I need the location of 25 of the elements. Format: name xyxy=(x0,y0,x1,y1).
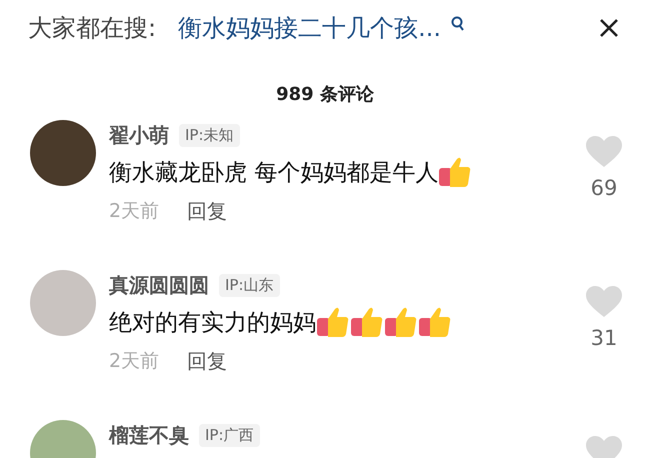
ip-location-tag: IP:广西 xyxy=(199,424,260,446)
comment-time: 2天前 xyxy=(109,199,160,224)
heart-icon[interactable] xyxy=(586,286,622,318)
thumbs-up-emoji xyxy=(384,306,418,338)
reply-button[interactable]: 回复 xyxy=(187,348,228,375)
thumbs-up-emoji xyxy=(418,306,452,338)
like-count: 69 xyxy=(590,176,618,200)
ip-location-tag: IP:未知 xyxy=(179,124,240,146)
search-icon xyxy=(450,16,465,32)
comment-text: 绝对的有实力的妈妈 xyxy=(109,308,316,338)
ip-location-tag: IP:山东 xyxy=(219,274,280,296)
user-name[interactable]: 翟小萌 xyxy=(109,122,169,148)
comment-count: 989 条评论 xyxy=(276,84,374,105)
user-name[interactable]: 真源圆圆圆 xyxy=(109,272,209,298)
heart-icon[interactable] xyxy=(586,136,622,168)
user-name[interactable]: 榴莲不臭 xyxy=(109,422,189,448)
comment-text: 衡水藏龙卧虎 每个妈妈都是牛人 xyxy=(109,158,438,188)
thumbs-up-emoji xyxy=(350,306,384,338)
search-suggestion-link[interactable]: 衡水妈妈接二十几个孩... xyxy=(178,12,441,44)
reply-button[interactable]: 回复 xyxy=(187,198,228,225)
thumbs-up-emoji xyxy=(438,156,472,188)
comment-time: 2天前 xyxy=(109,349,160,374)
thumbs-up-emoji xyxy=(316,306,350,338)
search-label: 大家都在搜: xyxy=(28,13,156,44)
like-count: 31 xyxy=(590,326,618,350)
